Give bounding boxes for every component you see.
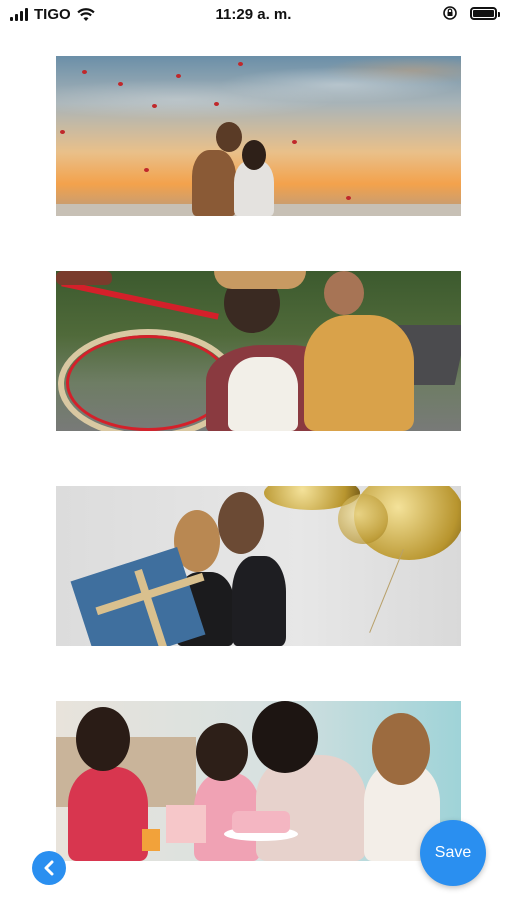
party-friends-photo[interactable] — [56, 486, 461, 646]
status-bar: TIGO 11:29 a. m. — [0, 0, 507, 30]
photo-list — [56, 56, 461, 916]
couple-bicycle-photo[interactable] — [56, 271, 461, 431]
back-button[interactable] — [32, 851, 66, 885]
status-right — [442, 5, 500, 21]
save-button[interactable]: Save — [420, 820, 486, 886]
battery-icon — [470, 6, 500, 20]
orientation-lock-icon — [443, 6, 457, 20]
chevron-left-icon — [44, 860, 54, 876]
couple-sunset-photo[interactable] — [56, 56, 461, 216]
birthday-party-photo[interactable] — [56, 701, 461, 861]
status-time: 11:29 a. m. — [215, 6, 292, 23]
